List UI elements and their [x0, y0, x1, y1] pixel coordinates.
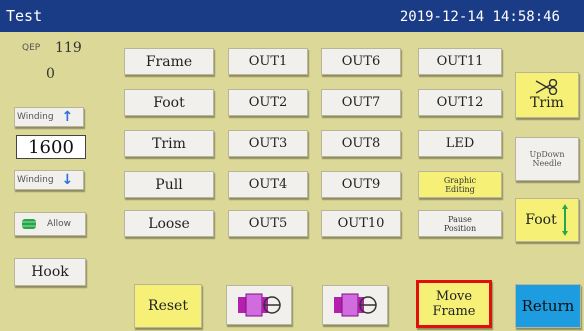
title-bar: Test 2019-12-14 14:58:46 [0, 0, 584, 32]
qep-value: 119 [55, 40, 82, 56]
scissors-icon [535, 79, 558, 95]
count-value: 0 [46, 66, 55, 82]
pause-position-button[interactable]: Pause Position [418, 210, 502, 237]
out7-button[interactable]: OUT7 [321, 89, 401, 116]
foot-lift-button[interactable]: Foot [515, 198, 579, 242]
loose-button[interactable]: Loose [124, 210, 214, 237]
winding-down-label: Winding [17, 175, 54, 185]
machine-panel: Test 2019-12-14 14:58:46 QEP 119 0 Windi… [0, 0, 584, 331]
allow-button[interactable]: Allow [14, 212, 86, 236]
arrow-up-icon: ↑ [61, 109, 74, 125]
out2-button[interactable]: OUT2 [228, 89, 308, 116]
bobbin-icon [238, 293, 281, 317]
out6-button[interactable]: OUT6 [321, 48, 401, 75]
updown-needle-button[interactable]: UpDown Needle [515, 137, 579, 181]
out4-button[interactable]: OUT4 [228, 171, 308, 198]
out12-button[interactable]: OUT12 [418, 89, 502, 116]
datetime-display: 2019-12-14 14:58:46 [399, 9, 560, 25]
updown-needle-label: UpDown Needle [529, 150, 565, 168]
up-down-arrow-icon [561, 204, 568, 236]
led-button[interactable]: LED [418, 130, 502, 157]
out9-button[interactable]: OUT9 [321, 171, 401, 198]
bobbin-left-button[interactable] [226, 285, 292, 325]
hook-button[interactable]: Hook [14, 258, 86, 286]
out10-button[interactable]: OUT10 [321, 210, 401, 237]
out11-button[interactable]: OUT11 [418, 48, 502, 75]
out1-button[interactable]: OUT1 [228, 48, 308, 75]
page-title: Test [6, 7, 43, 25]
foot-button[interactable]: Foot [124, 89, 214, 116]
winding-up-label: Winding [17, 112, 54, 122]
winding-down-button[interactable]: Winding ↓ [14, 170, 84, 190]
reset-button[interactable]: Reset [134, 284, 202, 328]
out8-button[interactable]: OUT8 [321, 130, 401, 157]
foot-lift-label: Foot [525, 212, 557, 228]
out5-button[interactable]: OUT5 [228, 210, 308, 237]
return-button[interactable]: Return [515, 284, 581, 328]
qep-label: QEP [22, 43, 41, 53]
arrow-down-icon: ↓ [61, 172, 74, 188]
trim-thread-button[interactable]: Trim [515, 72, 579, 118]
bobbin-icon [334, 293, 377, 317]
winding-up-button[interactable]: Winding ↑ [14, 107, 84, 127]
thread-spool-icon [22, 219, 36, 229]
move-frame-button[interactable]: Move Frame [416, 280, 492, 328]
pull-button[interactable]: Pull [124, 171, 214, 198]
out3-button[interactable]: OUT3 [228, 130, 308, 157]
speed-field[interactable]: 1600 [16, 135, 86, 159]
bobbin-right-button[interactable] [322, 285, 388, 325]
trim-thread-label: Trim [530, 95, 564, 111]
graphic-editing-button[interactable]: Graphic Editing [418, 171, 502, 198]
frame-button[interactable]: Frame [124, 48, 214, 75]
trim-button[interactable]: Trim [124, 130, 214, 157]
allow-label: Allow [47, 219, 72, 229]
